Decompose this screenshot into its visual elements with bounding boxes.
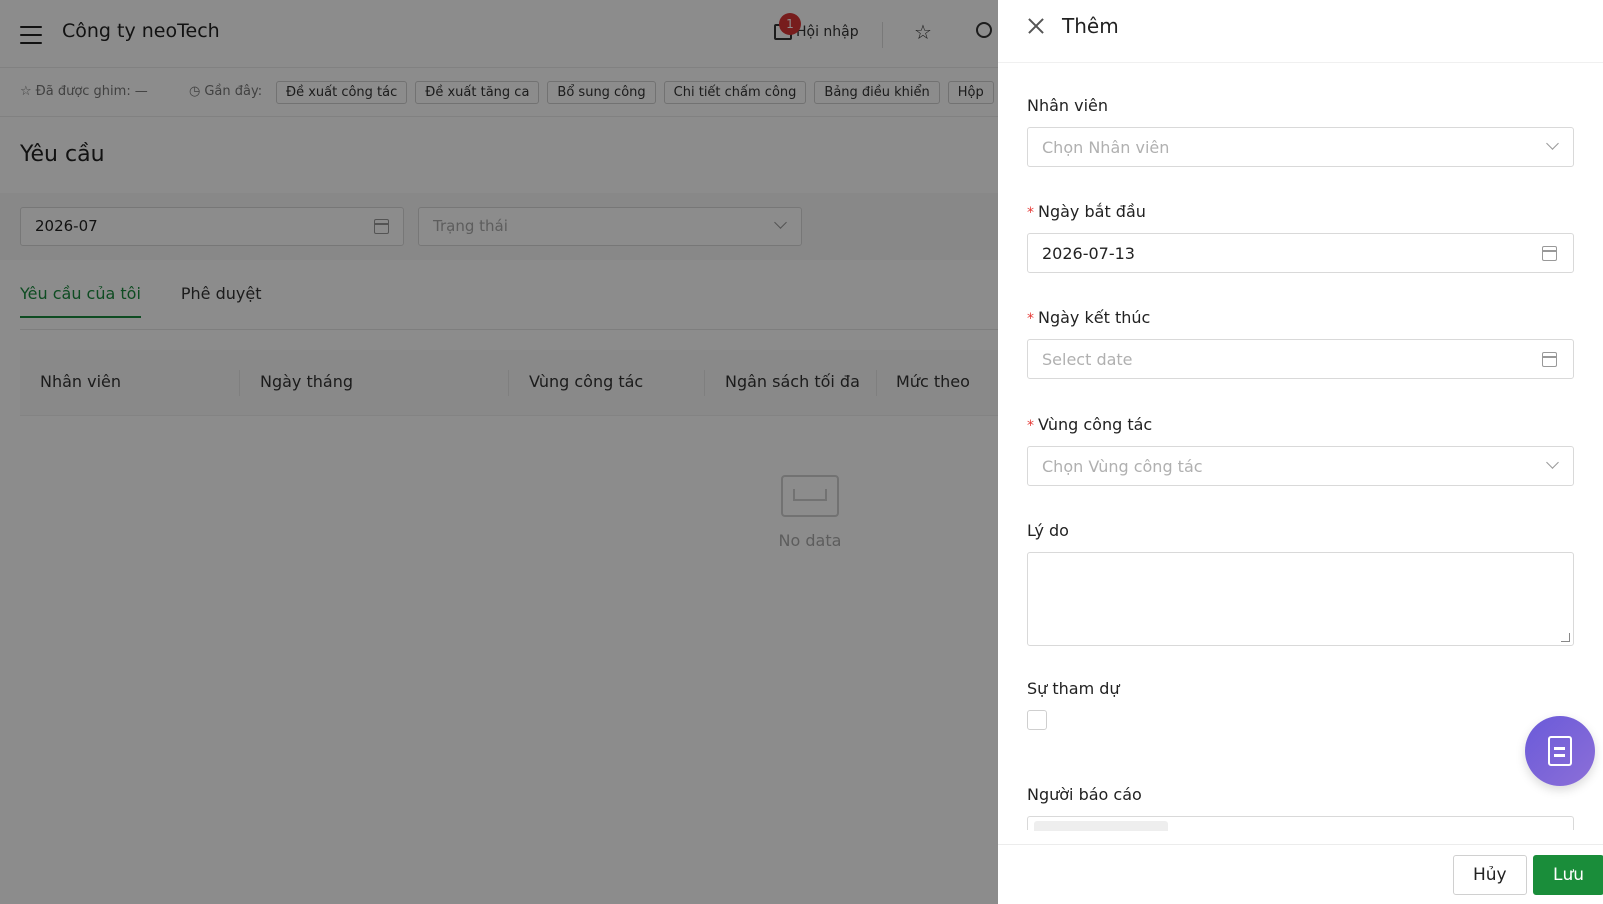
add-request-drawer: Thêm Nhân viên Chọn Nhân viên * Ngày bắt … [998, 0, 1603, 904]
end-date-input[interactable]: Select date [1027, 339, 1574, 379]
reporter-tag [1034, 821, 1168, 831]
start-date-label-text: Ngày bắt đầu [1038, 202, 1146, 221]
reason-label: Lý do [1027, 521, 1069, 540]
save-button[interactable]: Lưu [1533, 855, 1603, 895]
attendance-checkbox[interactable] [1027, 710, 1047, 730]
calendar-icon [1542, 246, 1557, 261]
start-date-value: 2026-07-13 [1042, 244, 1135, 263]
region-select[interactable]: Chọn Vùng công tác [1027, 446, 1574, 486]
reporter-label: Người báo cáo [1027, 785, 1142, 804]
attendance-field: Sự tham dự [1027, 679, 1574, 730]
calendar-icon [1542, 352, 1557, 367]
region-label: * Vùng công tác [1027, 415, 1574, 434]
cancel-button[interactable]: Hủy [1453, 855, 1527, 895]
employee-field: Nhân viên Chọn Nhân viên [1027, 96, 1574, 167]
reporter-select[interactable] [1027, 816, 1574, 831]
end-date-label: * Ngày kết thúc [1027, 308, 1574, 327]
end-date-field: * Ngày kết thúc Select date [1027, 308, 1574, 379]
reason-textarea[interactable] [1027, 552, 1574, 646]
region-label-text: Vùng công tác [1038, 415, 1153, 434]
end-date-label-text: Ngày kết thúc [1038, 308, 1151, 327]
drawer-title: Thêm [1062, 14, 1119, 38]
drawer-header: Thêm [998, 0, 1603, 63]
drawer-body: Nhân viên Chọn Nhân viên * Ngày bắt đầu 2… [998, 64, 1603, 844]
end-date-placeholder: Select date [1042, 350, 1133, 369]
reporter-field: Người báo cáo [1027, 785, 1574, 831]
close-icon[interactable] [1026, 16, 1046, 36]
employee-label: Nhân viên [1027, 96, 1109, 115]
required-mark: * [1027, 418, 1034, 434]
reason-field: Lý do [1027, 521, 1574, 646]
start-date-field: * Ngày bắt đầu 2026-07-13 [1027, 202, 1574, 273]
employee-select[interactable]: Chọn Nhân viên [1027, 127, 1574, 167]
employee-placeholder: Chọn Nhân viên [1042, 138, 1170, 157]
drawer-footer: Hủy Lưu [998, 844, 1603, 904]
chevron-down-icon [1546, 137, 1559, 150]
document-icon [1548, 736, 1572, 766]
attendance-label: Sự tham dự [1027, 679, 1120, 698]
required-mark: * [1027, 311, 1034, 327]
start-date-input[interactable]: 2026-07-13 [1027, 233, 1574, 273]
start-date-label: * Ngày bắt đầu [1027, 202, 1574, 221]
assistant-fab-button[interactable] [1525, 716, 1595, 786]
region-field: * Vùng công tác Chọn Vùng công tác [1027, 415, 1574, 486]
chevron-down-icon [1546, 456, 1559, 469]
region-placeholder: Chọn Vùng công tác [1042, 457, 1203, 476]
required-mark: * [1027, 205, 1034, 221]
modal-overlay[interactable] [0, 0, 998, 904]
